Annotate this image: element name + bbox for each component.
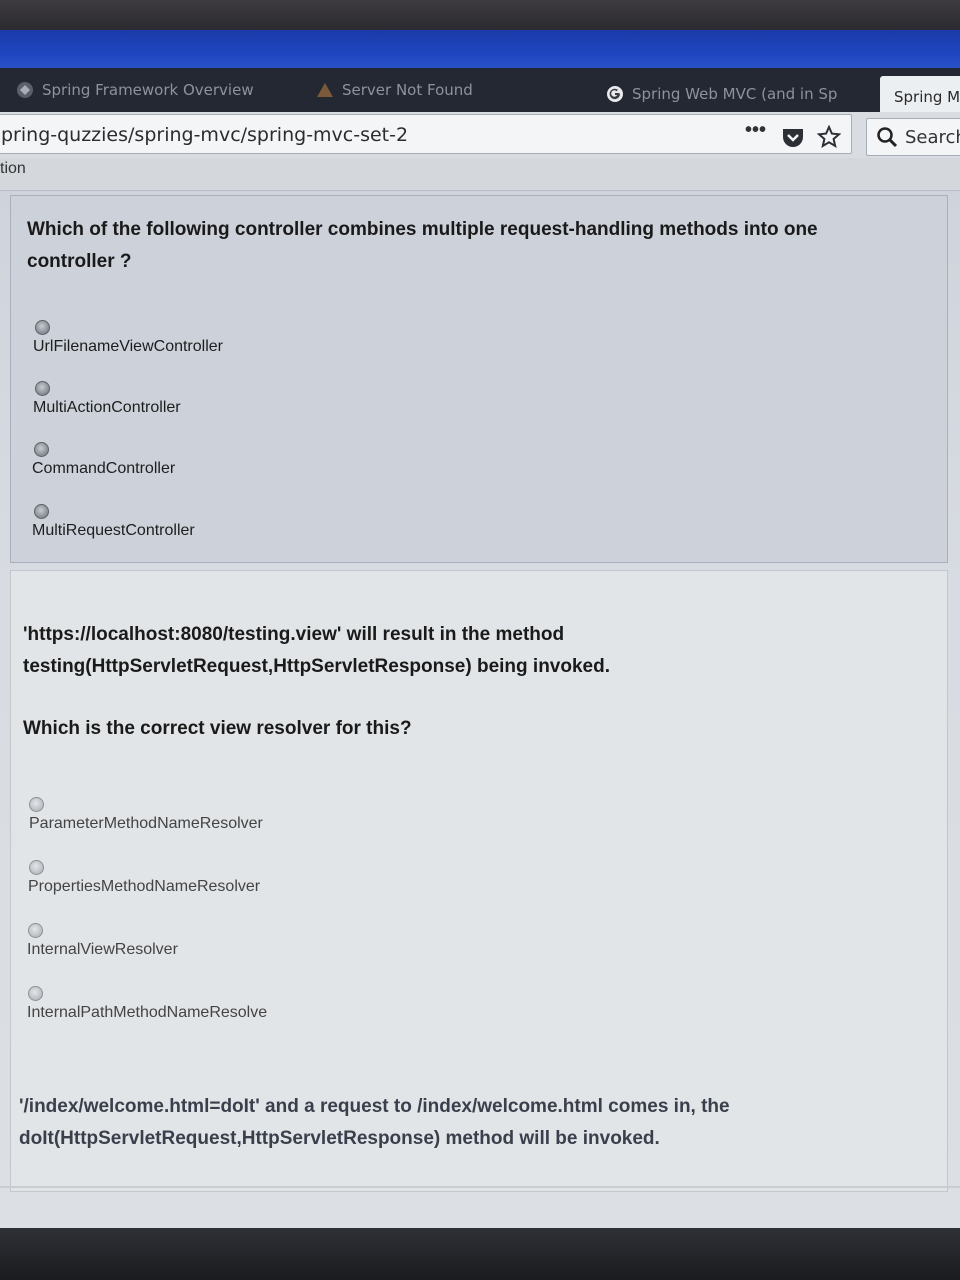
search-box[interactable]: Search	[866, 118, 960, 156]
question-text: Which of the following controller combin…	[27, 219, 818, 272]
url-bar[interactable]: pring-quzzies/spring-mvc/spring-mvc-set-…	[0, 114, 852, 154]
question-text: Which is the correct view resolver for t…	[23, 718, 412, 739]
tab-label: Spring MV	[894, 88, 960, 106]
tab-label: Spring Web MVC (and in Sp	[632, 85, 838, 103]
tab-strip: Spring Framework Overview Server Not Fou…	[0, 68, 960, 118]
monitor-bezel-top	[0, 0, 960, 30]
bookmark-item[interactable]: tion	[0, 160, 26, 178]
option-label: CommandController	[32, 460, 176, 477]
option-label: InternalPathMethodNameResolve	[27, 1004, 268, 1021]
option-label: ParameterMethodNameResolver	[29, 815, 263, 832]
radio-button[interactable]	[35, 320, 50, 335]
bookmark-star-icon[interactable]	[817, 125, 841, 149]
search-icon	[877, 127, 898, 148]
tab-server-not-found[interactable]: Server Not Found	[316, 68, 556, 112]
radio-button[interactable]	[35, 381, 50, 396]
next-question-text: '/index/welcome.html=doIt' and a request…	[19, 1096, 730, 1149]
radio-button[interactable]	[29, 860, 44, 875]
radio-button[interactable]	[28, 986, 43, 1001]
tab-spring-web-mvc[interactable]: Spring Web MVC (and in Sp	[606, 72, 846, 116]
page-bottom-divider	[0, 1186, 960, 1188]
spring-favicon-icon	[17, 82, 33, 98]
url-text: pring-quzzies/spring-mvc/spring-mvc-set-…	[1, 124, 409, 146]
pocket-icon[interactable]	[781, 127, 805, 149]
tab-label: Spring Framework Overview	[42, 81, 254, 99]
browser-window: Spring Framework Overview Server Not Fou…	[0, 0, 960, 1280]
monitor-bezel-bottom	[0, 1228, 960, 1280]
warning-icon	[317, 83, 333, 97]
google-icon	[607, 86, 623, 102]
option-label: MultiRequestController	[32, 522, 195, 539]
option-label: PropertiesMethodNameResolver	[28, 878, 261, 895]
option-label: MultiActionController	[33, 399, 181, 416]
question-card-2: 'https://localhost:8080/testing.view' wi…	[10, 570, 948, 1192]
option-label: InternalViewResolver	[27, 941, 178, 958]
window-titlebar	[0, 30, 960, 70]
page-actions-menu-button[interactable]: •••	[745, 119, 766, 142]
question-statement: 'https://localhost:8080/testing.view' wi…	[23, 624, 610, 677]
bookmarks-bar: tion	[0, 158, 960, 191]
radio-button[interactable]	[34, 504, 49, 519]
question-card-1: Which of the following controller combin…	[10, 195, 948, 563]
search-placeholder: Search	[905, 127, 960, 148]
radio-button[interactable]	[34, 442, 49, 457]
option-label: UrlFilenameViewController	[33, 338, 223, 355]
radio-button[interactable]	[28, 923, 43, 938]
tab-spring-framework-overview[interactable]: Spring Framework Overview	[16, 68, 276, 112]
page-content: Which of the following controller combin…	[0, 191, 960, 1241]
navigation-toolbar: pring-quzzies/spring-mvc/spring-mvc-set-…	[0, 112, 960, 158]
tab-label: Server Not Found	[342, 81, 473, 99]
radio-button[interactable]	[29, 797, 44, 812]
